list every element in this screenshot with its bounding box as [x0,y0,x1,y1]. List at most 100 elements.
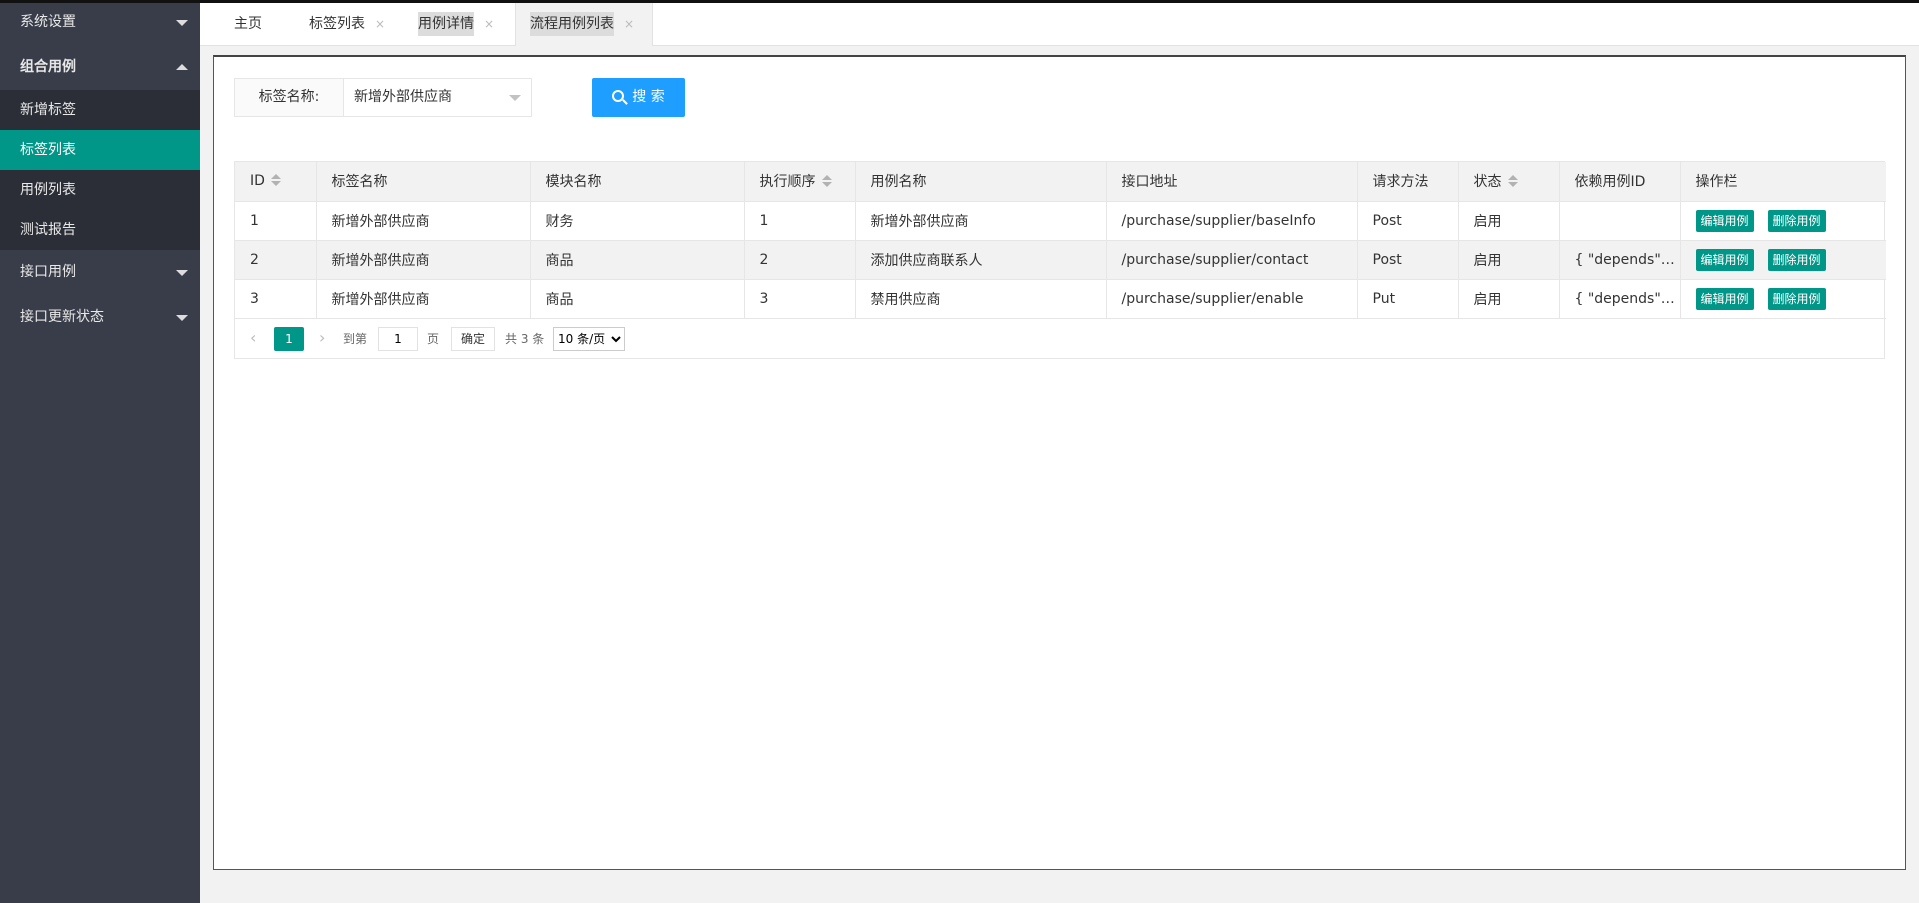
cell-module-name: 商品 [530,240,745,280]
nav-group-label: 系统设置 [20,14,76,30]
chevron-up-icon [176,64,188,70]
cell-id: 1 [235,201,317,241]
col-header-actions: 操作栏 [1680,162,1886,202]
table-row: 3 新增外部供应商 商品 3 禁用供应商 /purchase/supplier/… [235,279,1886,319]
top-border [0,0,1919,3]
cell-tag-name: 新增外部供应商 [316,279,531,319]
close-icon[interactable]: × [375,17,385,31]
close-icon[interactable]: × [624,17,634,31]
col-header-module-name: 模块名称 [530,162,745,202]
tab-case-detail[interactable]: 用例详情 × [418,3,494,46]
sidebar-item-test-report[interactable]: 测试报告 [0,210,200,250]
goto-page-input[interactable] [378,326,418,351]
cell-id: 3 [235,279,317,319]
nav-group-combined-cases[interactable]: 组合用例 [0,45,200,90]
col-header-api-url: 接口地址 [1106,162,1358,202]
prev-page-icon[interactable]: ‹ [250,327,262,349]
cell-status: 启用 [1458,240,1560,280]
cell-tag-name: 新增外部供应商 [316,201,531,241]
goto-confirm-button[interactable]: 确定 [451,326,495,351]
tab-bar: 主页 标签列表 × 用例详情 × 流程用例列表 × [200,3,1919,46]
sort-icon[interactable] [270,174,281,187]
tab-label: 标签列表 [309,16,365,32]
cell-api-url: /purchase/supplier/baseInfo [1106,201,1358,241]
next-page-icon[interactable]: › [319,327,331,349]
col-header-status[interactable]: 状态 [1458,162,1560,202]
page-size-select[interactable]: 10 条/页 [553,326,625,351]
total-count: 共 3 条 [505,331,545,346]
col-header-case-name: 用例名称 [855,162,1107,202]
sidebar-item-add-tag[interactable]: 新增标签 [0,90,200,130]
cell-status: 启用 [1458,201,1560,241]
sort-icon[interactable] [821,175,832,188]
tag-name-label: 标签名称: [234,78,344,117]
search-button[interactable]: 搜 索 [592,78,685,117]
tab-label: 流程用例列表 [530,12,614,36]
nav-group-api-update-status[interactable]: 接口更新状态 [0,295,200,340]
nav-group-api-cases[interactable]: 接口用例 [0,250,200,295]
cell-case-name: 禁用供应商 [855,279,1107,319]
search-icon [612,90,625,102]
cell-depends: { "depends"… [1559,279,1681,319]
cell-id: 2 [235,240,317,280]
cell-tag-name: 新增外部供应商 [316,240,531,280]
cell-depends: { "depends"… [1559,240,1681,280]
cell-exec-order: 1 [744,201,856,241]
page-number-current[interactable]: 1 [274,326,304,351]
cell-case-name: 新增外部供应商 [855,201,1107,241]
table-row: 2 新增外部供应商 商品 2 添加供应商联系人 /purchase/suppli… [235,240,1886,280]
tab-label: 用例详情 [418,12,474,36]
col-header-id[interactable]: ID [235,162,317,202]
tab-label: 主页 [234,16,262,32]
sort-icon[interactable] [1507,175,1518,188]
delete-case-button[interactable]: 删除用例 [1767,287,1826,310]
cell-case-name: 添加供应商联系人 [855,240,1107,280]
tab-flow-case-list[interactable]: 流程用例列表 × [515,3,654,46]
delete-case-button[interactable]: 删除用例 [1767,209,1826,232]
tab-tag-list[interactable]: 标签列表 × [309,3,385,46]
edit-case-button[interactable]: 编辑用例 [1695,248,1754,271]
edit-case-button[interactable]: 编辑用例 [1695,209,1754,232]
cell-method: Post [1357,240,1459,280]
cell-api-url: /purchase/supplier/contact [1106,240,1358,280]
cell-exec-order: 3 [744,279,856,319]
nav-group-label: 接口更新状态 [20,309,104,325]
pagination: ‹ 1 › 到第 页 确定 共 3 条 10 条/页 [235,319,1884,358]
goto-prefix: 到第 [343,331,368,346]
nav-group-label: 接口用例 [20,264,76,280]
search-button-label: 搜 索 [632,89,665,105]
nav-group-system-settings[interactable]: 系统设置 [0,0,200,45]
close-icon[interactable]: × [484,17,494,31]
sidebar: 系统设置 组合用例 新增标签 标签列表 用例列表 测试报告 接口用例 接口更新状… [0,0,200,903]
col-header-tag-name: 标签名称 [316,162,531,202]
chevron-down-icon [176,20,188,26]
chevron-down-icon [176,315,188,321]
cell-status: 启用 [1458,279,1560,319]
cell-actions: 编辑用例 删除用例 [1680,201,1886,241]
cell-depends [1559,201,1681,241]
edit-case-button[interactable]: 编辑用例 [1695,287,1754,310]
cell-module-name: 商品 [530,279,745,319]
caret-down-icon [509,95,521,101]
chevron-down-icon [176,270,188,276]
cell-exec-order: 2 [744,240,856,280]
sub-nav-list: 新增标签 标签列表 用例列表 测试报告 [0,90,200,250]
cell-actions: 编辑用例 删除用例 [1680,240,1886,280]
nav-group-label: 组合用例 [20,59,76,75]
cell-actions: 编辑用例 删除用例 [1680,279,1886,319]
cell-method: Post [1357,201,1459,241]
sidebar-item-case-list[interactable]: 用例列表 [0,170,200,210]
col-header-exec-order[interactable]: 执行顺序 [744,162,856,202]
table-row: 1 新增外部供应商 财务 1 新增外部供应商 /purchase/supplie… [235,201,1886,241]
cell-module-name: 财务 [530,201,745,241]
sidebar-item-tag-list[interactable]: 标签列表 [0,130,200,170]
cell-api-url: /purchase/supplier/enable [1106,279,1358,319]
goto-suffix: 页 [427,331,440,346]
cell-method: Put [1357,279,1459,319]
tag-name-select-value: 新增外部供应商 [354,89,452,105]
table-header-row: ID 标签名称 模块名称 执行顺序 用例名称 接口地址 请求方法 状态 依赖用例… [235,162,1886,202]
tab-home[interactable]: 主页 [234,3,262,46]
delete-case-button[interactable]: 删除用例 [1767,248,1826,271]
tag-name-select[interactable]: 新增外部供应商 [344,78,532,117]
content-frame: 标签名称: 新增外部供应商 搜 索 ID 标签名称 模块名称 执行顺序 用例名称 [213,55,1906,870]
